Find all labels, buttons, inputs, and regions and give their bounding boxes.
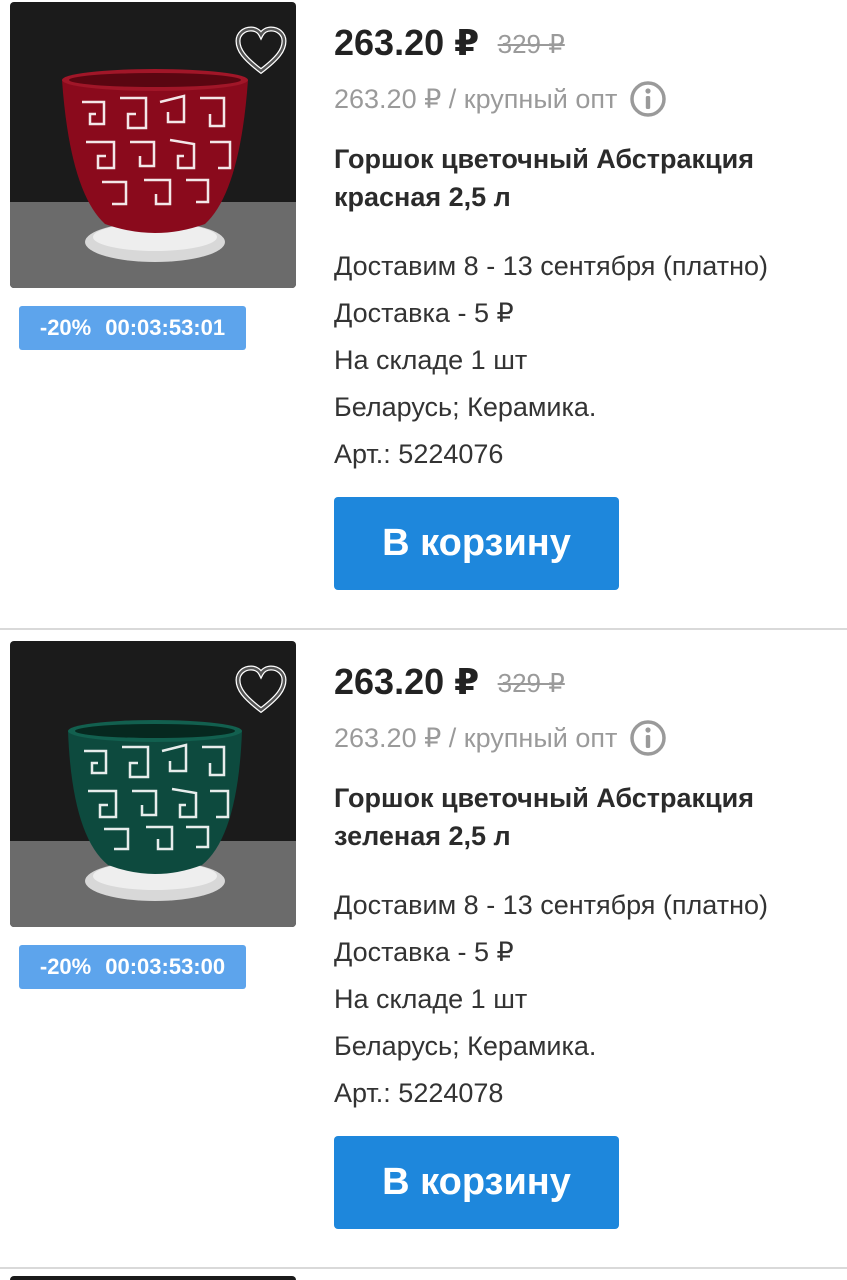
card-divider bbox=[0, 628, 847, 630]
add-to-cart-button[interactable]: В корзину bbox=[334, 497, 619, 590]
heart-outline-icon[interactable] bbox=[234, 26, 288, 76]
old-price: 329 ₽ bbox=[497, 29, 565, 59]
current-price: 263.20 ₽ bbox=[334, 661, 480, 702]
delivery-info: Доставим 8 - 13 сентября (платно) bbox=[334, 890, 769, 920]
product-card: -20% 00:03:53:01 263.20 ₽ 329 ₽ 263.20 ₽… bbox=[0, 0, 847, 630]
heart-outline-icon[interactable] bbox=[234, 665, 288, 715]
sku: Арт.: 5224078 bbox=[334, 1078, 504, 1108]
price-row: 263.20 ₽ 329 ₽ bbox=[334, 22, 565, 64]
wholesale-price: 263.20 ₽ / крупный опт bbox=[334, 80, 667, 118]
next-product-image-peek bbox=[10, 1276, 296, 1280]
delivery-info: Доставим 8 - 13 сентября (платно) bbox=[334, 251, 769, 281]
card-divider bbox=[0, 1267, 847, 1269]
countdown-timer: 00:03:53:01 bbox=[105, 315, 226, 340]
countdown-timer: 00:03:53:00 bbox=[105, 954, 226, 979]
wholesale-price-text: 263.20 ₽ / крупный опт bbox=[334, 83, 618, 114]
sku: Арт.: 5224076 bbox=[334, 439, 504, 469]
info-icon[interactable] bbox=[629, 719, 667, 757]
discount-label: -20% bbox=[39, 954, 92, 979]
product-image[interactable] bbox=[10, 2, 296, 288]
discount-timer-badge: -20% 00:03:53:00 bbox=[19, 945, 246, 989]
product-title[interactable]: Горшок цветочный Абстракция красная 2,5 … bbox=[334, 140, 824, 216]
discount-timer-badge: -20% 00:03:53:01 bbox=[19, 306, 246, 350]
wholesale-price-text: 263.20 ₽ / крупный опт bbox=[334, 722, 618, 753]
shipping-cost: Доставка - 5 ₽ bbox=[334, 937, 514, 967]
origin-material: Беларусь; Керамика. bbox=[334, 1031, 597, 1061]
price-row: 263.20 ₽ 329 ₽ bbox=[334, 661, 565, 703]
current-price: 263.20 ₽ bbox=[334, 22, 480, 63]
add-to-cart-button[interactable]: В корзину bbox=[334, 1136, 619, 1229]
wholesale-price: 263.20 ₽ / крупный опт bbox=[334, 719, 667, 757]
product-details: Доставим 8 - 13 сентября (платно) Достав… bbox=[334, 243, 768, 478]
product-details: Доставим 8 - 13 сентября (платно) Достав… bbox=[334, 882, 768, 1117]
product-card: -20% 00:03:53:00 263.20 ₽ 329 ₽ 263.20 ₽… bbox=[0, 639, 847, 1269]
origin-material: Беларусь; Керамика. bbox=[334, 392, 597, 422]
stock-info: На складе 1 шт bbox=[334, 984, 528, 1014]
product-title[interactable]: Горшок цветочный Абстракция зеленая 2,5 … bbox=[334, 779, 824, 855]
info-icon[interactable] bbox=[629, 80, 667, 118]
shipping-cost: Доставка - 5 ₽ bbox=[334, 298, 514, 328]
old-price: 329 ₽ bbox=[497, 668, 565, 698]
stock-info: На складе 1 шт bbox=[334, 345, 528, 375]
product-image[interactable] bbox=[10, 641, 296, 927]
discount-label: -20% bbox=[39, 315, 92, 340]
